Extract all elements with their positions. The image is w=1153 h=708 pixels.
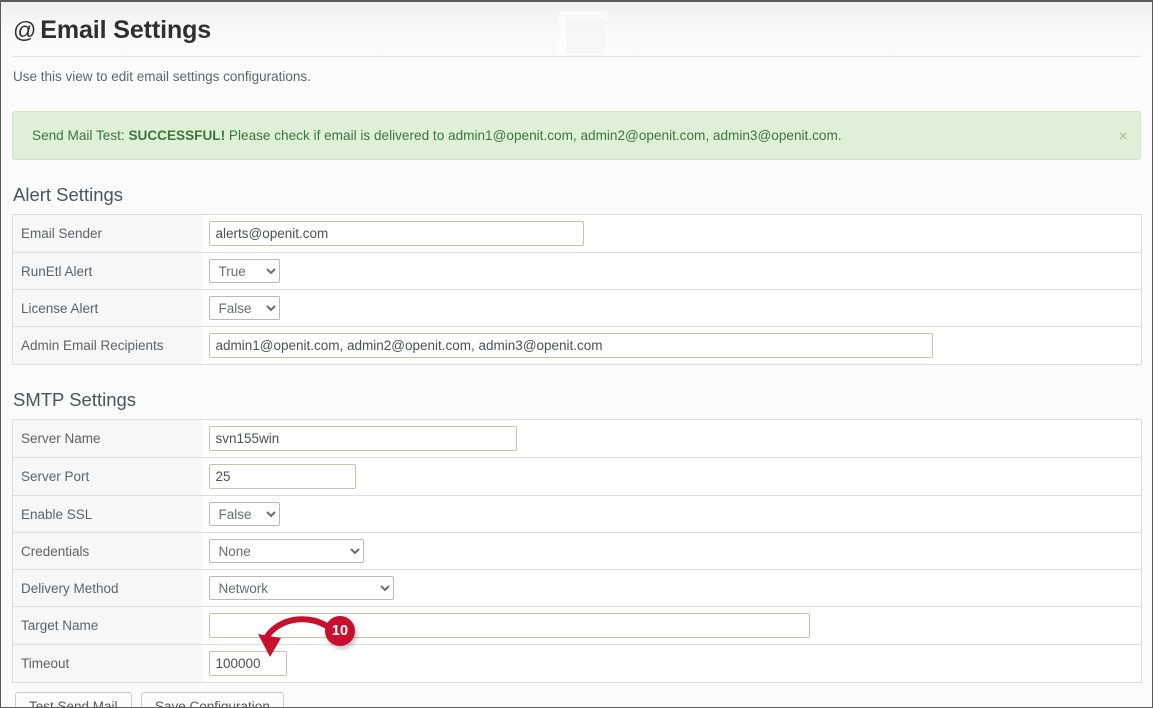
table-row: Timeout xyxy=(12,644,1142,683)
setting-label: Delivery Method xyxy=(12,569,202,607)
setting-value-cell: TrueFalse xyxy=(201,289,1142,327)
close-icon[interactable]: × xyxy=(1118,127,1128,144)
select-credentials[interactable]: NoneBasicDefault xyxy=(208,539,364,564)
table-row: Server Port xyxy=(12,457,1142,496)
input-target-name[interactable] xyxy=(208,613,810,639)
alert-settings-heading: Alert Settings xyxy=(13,184,124,206)
setting-value-cell: NoneBasicDefault xyxy=(201,532,1142,570)
alert-settings-table: Email SenderRunEtl AlertTrueFalseLicense… xyxy=(12,214,1142,366)
smtp-settings-heading: SMTP Settings xyxy=(13,389,137,411)
setting-label: Enable SSL xyxy=(12,495,202,533)
select-delivery-method[interactable]: NetworkPickupDirectoryFromIisSpecifiedPi… xyxy=(208,576,394,601)
input-email-sender[interactable] xyxy=(208,221,584,247)
input-admin-email-recipients[interactable] xyxy=(208,333,933,359)
setting-label: License Alert xyxy=(12,289,202,327)
setting-value-cell xyxy=(201,644,1142,683)
save-configuration-button[interactable]: Save Configuration xyxy=(141,692,284,707)
table-row: CredentialsNoneBasicDefault xyxy=(12,532,1142,570)
page-title-text: Email Settings xyxy=(40,16,212,44)
table-row: Email Sender xyxy=(12,214,1142,253)
table-row: RunEtl AlertTrueFalse xyxy=(12,252,1142,290)
setting-label: Server Name xyxy=(12,419,202,458)
setting-value-cell xyxy=(201,457,1142,496)
table-row: Delivery MethodNetworkPickupDirectoryFro… xyxy=(12,569,1142,607)
table-row: License AlertTrueFalse xyxy=(12,289,1142,327)
page-content: @ Email Settings Use this view to edit em… xyxy=(1,2,1152,707)
app-window: @ Email Settings Use this view to edit em… xyxy=(0,0,1153,708)
input-server-name[interactable] xyxy=(208,426,517,452)
page-subtitle: Use this view to edit email settings con… xyxy=(13,68,311,84)
setting-value-cell xyxy=(201,606,1142,645)
select-runetl-alert[interactable]: TrueFalse xyxy=(208,259,280,284)
setting-value-cell xyxy=(201,326,1142,365)
table-row: Target Name xyxy=(12,606,1142,645)
setting-value-cell: TrueFalse xyxy=(201,252,1142,290)
setting-label: Server Port xyxy=(12,457,202,496)
setting-label: Email Sender xyxy=(12,214,202,253)
input-timeout[interactable] xyxy=(208,651,287,677)
setting-label: Credentials xyxy=(12,532,202,570)
setting-value-cell xyxy=(201,214,1142,253)
setting-value-cell: NetworkPickupDirectoryFromIisSpecifiedPi… xyxy=(201,569,1142,607)
alert-prefix: Send Mail Test: xyxy=(32,127,125,143)
alert-message: Please check if email is delivered to ad… xyxy=(228,127,842,143)
smtp-settings-table: Server NameServer PortEnable SSLTrueFals… xyxy=(12,419,1142,684)
success-alert: Send Mail Test: SUCCESSFUL! Please check… xyxy=(12,110,1141,161)
page-title: @ Email Settings xyxy=(12,2,1141,56)
smtp-settings-body: Server NameServer PortEnable SSLTrueFals… xyxy=(12,419,1142,683)
at-sign-icon: @ xyxy=(13,17,37,43)
alert-settings-body: Email SenderRunEtl AlertTrueFalseLicense… xyxy=(12,214,1142,365)
setting-label: Target Name xyxy=(12,606,202,645)
setting-label: Timeout xyxy=(12,644,202,683)
table-row: Enable SSLTrueFalse xyxy=(12,495,1142,533)
input-server-port[interactable] xyxy=(208,464,356,490)
setting-value-cell xyxy=(201,419,1142,458)
setting-label: RunEtl Alert xyxy=(12,252,202,290)
form-actions: Test Send Mail Save Configuration xyxy=(12,683,1141,707)
table-row: Server Name xyxy=(12,419,1142,458)
alert-status: SUCCESSFUL! xyxy=(128,127,226,143)
select-enable-ssl[interactable]: TrueFalse xyxy=(208,502,280,527)
test-send-mail-button[interactable]: Test Send Mail xyxy=(15,692,132,707)
setting-value-cell: TrueFalse xyxy=(201,495,1142,533)
setting-label: Admin Email Recipients xyxy=(12,326,202,365)
table-row: Admin Email Recipients xyxy=(12,326,1142,365)
select-license-alert[interactable]: TrueFalse xyxy=(208,296,280,321)
